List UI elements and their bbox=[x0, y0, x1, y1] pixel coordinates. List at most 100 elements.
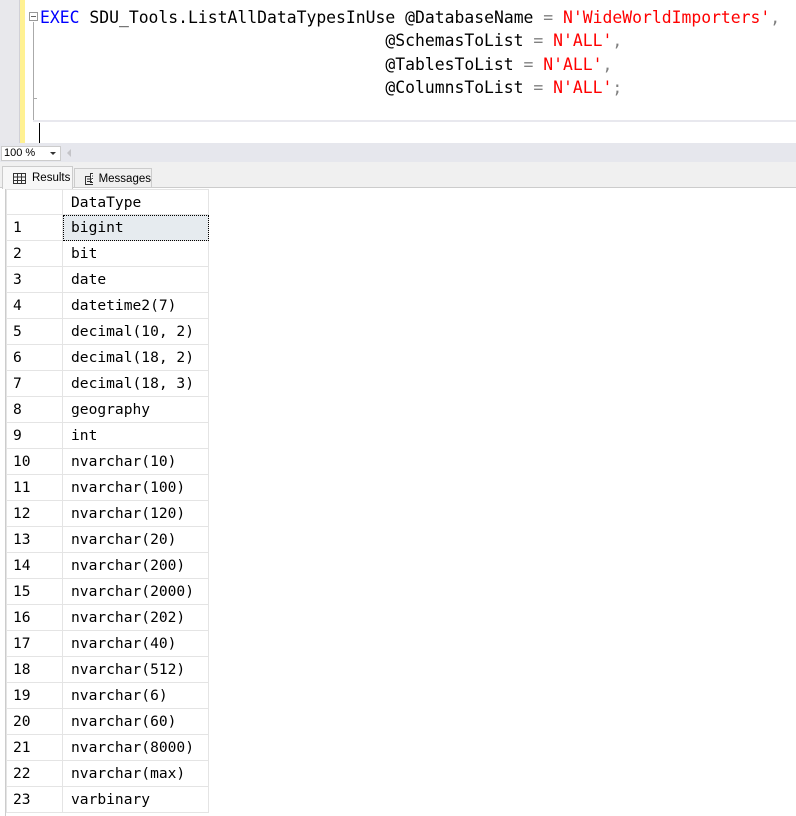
table-row[interactable]: 6 decimal(18, 2) bbox=[6, 344, 209, 371]
table-row[interactable]: 17 nvarchar(40) bbox=[6, 630, 209, 657]
row-number[interactable]: 4 bbox=[6, 292, 63, 319]
table-row[interactable]: 23 varbinary bbox=[6, 786, 209, 813]
table-row[interactable]: 20 nvarchar(60) bbox=[6, 708, 209, 735]
code-token: @ColumnsToList bbox=[40, 78, 534, 98]
row-number[interactable]: 11 bbox=[6, 474, 63, 501]
datatype-cell[interactable]: decimal(18, 3) bbox=[62, 370, 209, 397]
tab-messages[interactable]: Messages bbox=[74, 168, 152, 188]
row-number[interactable]: 20 bbox=[6, 708, 63, 735]
row-number[interactable]: 22 bbox=[6, 760, 63, 787]
datatype-cell[interactable]: nvarchar(10) bbox=[62, 448, 209, 475]
code-token: = bbox=[533, 78, 544, 98]
row-number[interactable]: 15 bbox=[6, 578, 63, 605]
table-row[interactable]: 19 nvarchar(6) bbox=[6, 682, 209, 709]
datatype-cell[interactable]: nvarchar(120) bbox=[62, 500, 209, 527]
datatype-cell[interactable]: bigint bbox=[62, 214, 209, 241]
code-token: ; bbox=[612, 78, 623, 98]
table-row[interactable]: 1 bigint bbox=[6, 214, 209, 241]
table-row[interactable]: 3 date bbox=[6, 266, 209, 293]
table-row[interactable]: 16 nvarchar(202) bbox=[6, 604, 209, 631]
table-row[interactable]: 5 decimal(10, 2) bbox=[6, 318, 209, 345]
datatype-cell[interactable]: decimal(10, 2) bbox=[62, 318, 209, 345]
tab-results[interactable]: Results bbox=[2, 166, 73, 189]
code-token: N'ALL' bbox=[553, 78, 613, 98]
row-number[interactable]: 7 bbox=[6, 370, 63, 397]
code-token: @TablesToList bbox=[40, 54, 524, 74]
table-row[interactable]: 13 nvarchar(20) bbox=[6, 526, 209, 553]
change-marker bbox=[20, 0, 25, 143]
table-row[interactable]: 15 nvarchar(2000) bbox=[6, 578, 209, 605]
row-number[interactable]: 17 bbox=[6, 630, 63, 657]
row-number[interactable]: 2 bbox=[6, 240, 63, 267]
datatype-cell[interactable]: date bbox=[62, 266, 209, 293]
code-token: = bbox=[523, 54, 534, 74]
datatype-cell[interactable]: nvarchar(max) bbox=[62, 760, 209, 787]
table-row[interactable]: 7 decimal(18, 3) bbox=[6, 370, 209, 397]
datatype-cell[interactable]: nvarchar(8000) bbox=[62, 734, 209, 761]
code-line: EXEC SDU_Tools.ListAllDataTypesInUse @Da… bbox=[40, 6, 780, 29]
table-row[interactable]: 10 nvarchar(10) bbox=[6, 448, 209, 475]
line-highlight bbox=[33, 120, 796, 122]
editor-gutter bbox=[0, 0, 20, 143]
table-row[interactable]: 18 nvarchar(512) bbox=[6, 656, 209, 683]
tab-results-label: Results bbox=[32, 172, 71, 184]
results-grid[interactable]: DataType 1 bigint 2 bit 3 date 4 datetime2(7) 5 d… bbox=[5, 189, 796, 816]
row-number[interactable]: 1 bbox=[6, 214, 63, 241]
row-number[interactable]: 18 bbox=[6, 656, 63, 683]
row-number[interactable]: 10 bbox=[6, 448, 63, 475]
row-number-header bbox=[6, 189, 63, 215]
datatype-cell[interactable]: bit bbox=[62, 240, 209, 267]
row-number[interactable]: 3 bbox=[6, 266, 63, 293]
datatype-cell[interactable]: nvarchar(60) bbox=[62, 708, 209, 735]
code-token: N'ALL' bbox=[553, 31, 613, 51]
datatype-cell[interactable]: int bbox=[62, 422, 209, 449]
table-row[interactable]: 4 datetime2(7) bbox=[6, 292, 209, 319]
chevron-down-icon[interactable] bbox=[50, 152, 56, 155]
zoom-select[interactable]: 100 % bbox=[1, 146, 61, 161]
table-row[interactable]: 9 int bbox=[6, 422, 209, 449]
datatype-cell[interactable]: nvarchar(20) bbox=[62, 526, 209, 553]
query-editor[interactable]: EXEC SDU_Tools.ListAllDataTypesInUse @Da… bbox=[0, 0, 796, 143]
datatype-cell[interactable]: nvarchar(100) bbox=[62, 474, 209, 501]
table-row[interactable]: 22 nvarchar(max) bbox=[6, 760, 209, 787]
row-number[interactable]: 9 bbox=[6, 422, 63, 449]
collapse-icon[interactable] bbox=[29, 12, 38, 21]
datatype-cell[interactable]: nvarchar(202) bbox=[62, 604, 209, 631]
row-number[interactable]: 6 bbox=[6, 344, 63, 371]
sql-code[interactable]: EXEC SDU_Tools.ListAllDataTypesInUse @Da… bbox=[40, 6, 780, 100]
datatype-cell[interactable]: geography bbox=[62, 396, 209, 423]
grid-icon bbox=[13, 172, 26, 184]
datatype-cell[interactable]: nvarchar(6) bbox=[62, 682, 209, 709]
datatype-cell[interactable]: nvarchar(512) bbox=[62, 656, 209, 683]
code-token: EXEC bbox=[40, 8, 80, 27]
fold-end bbox=[33, 98, 37, 99]
row-number[interactable]: 23 bbox=[6, 786, 63, 813]
table-row[interactable]: 14 nvarchar(200) bbox=[6, 552, 209, 579]
table-row[interactable]: 11 nvarchar(100) bbox=[6, 474, 209, 501]
row-number[interactable]: 21 bbox=[6, 734, 63, 761]
datatype-cell[interactable]: datetime2(7) bbox=[62, 292, 209, 319]
column-header-datatype[interactable]: DataType bbox=[62, 189, 209, 215]
table-row[interactable]: 12 nvarchar(120) bbox=[6, 500, 209, 527]
header-row: DataType bbox=[6, 189, 209, 215]
table-row[interactable]: 8 geography bbox=[6, 396, 209, 423]
tab-messages-label: Messages bbox=[98, 172, 151, 185]
row-number[interactable]: 13 bbox=[6, 526, 63, 553]
row-number[interactable]: 19 bbox=[6, 682, 63, 709]
datatype-cell[interactable]: nvarchar(200) bbox=[62, 552, 209, 579]
row-number[interactable]: 14 bbox=[6, 552, 63, 579]
table-row[interactable]: 2 bit bbox=[6, 240, 209, 267]
row-number[interactable]: 16 bbox=[6, 604, 63, 631]
row-number[interactable]: 5 bbox=[6, 318, 63, 345]
code-line: @TablesToList = N'ALL', bbox=[40, 53, 780, 76]
datatype-cell[interactable]: nvarchar(2000) bbox=[62, 578, 209, 605]
row-number[interactable]: 12 bbox=[6, 500, 63, 527]
datatype-cell[interactable]: decimal(18, 2) bbox=[62, 344, 209, 371]
messages-icon bbox=[85, 172, 93, 185]
datatype-cell[interactable]: nvarchar(40) bbox=[62, 630, 209, 657]
scroll-left-icon[interactable] bbox=[67, 149, 71, 157]
table-row[interactable]: 21 nvarchar(8000) bbox=[6, 734, 209, 761]
row-number[interactable]: 8 bbox=[6, 396, 63, 423]
code-token: , bbox=[770, 8, 781, 27]
datatype-cell[interactable]: varbinary bbox=[62, 786, 209, 813]
